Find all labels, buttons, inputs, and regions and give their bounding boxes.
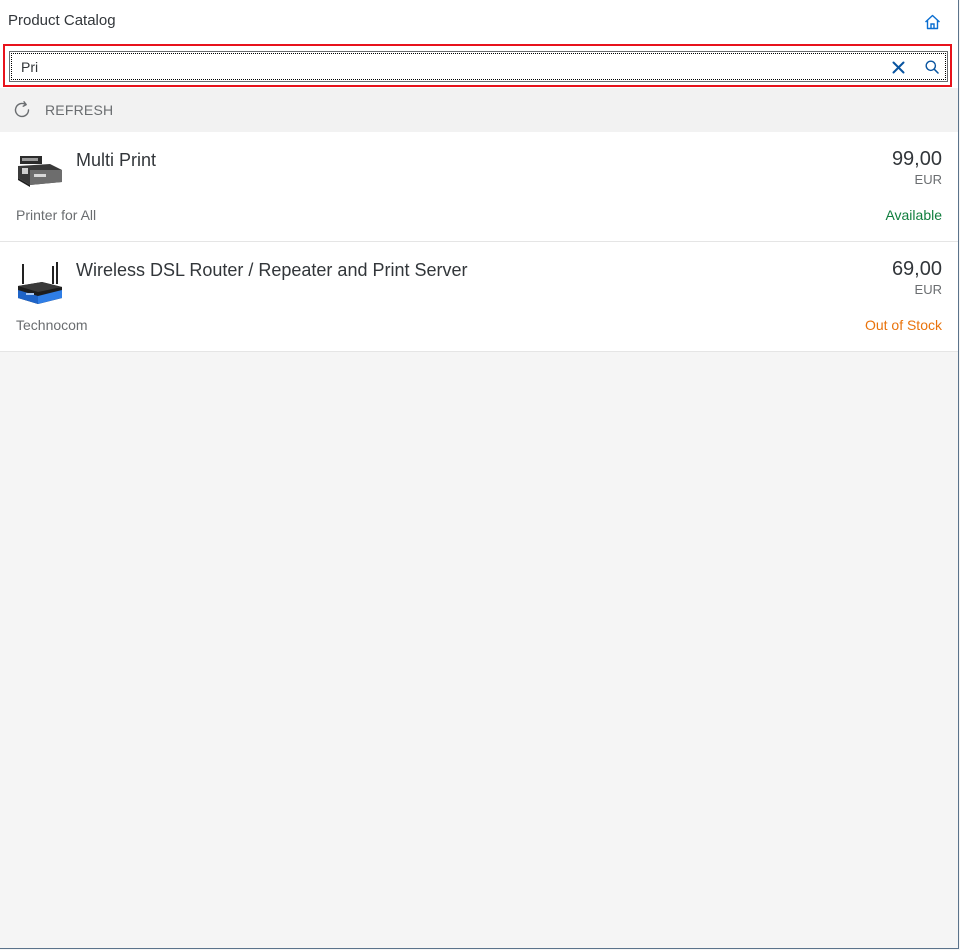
product-status: Available: [885, 207, 942, 223]
clear-icon: [892, 61, 904, 73]
router-image: [18, 262, 62, 304]
search-icon: [925, 60, 939, 74]
product-currency: EUR: [914, 172, 942, 187]
app-window: Product Catalog Pri REFRESH Multi Print …: [0, 0, 959, 949]
product-currency: EUR: [914, 282, 942, 297]
product-name: Multi Print: [76, 150, 157, 170]
list-item[interactable]: Wireless DSL Router / Repeater and Print…: [0, 242, 958, 352]
list-toolbar: REFRESH: [0, 88, 958, 132]
refresh-label: REFRESH: [45, 102, 114, 118]
product-name: Wireless DSL Router / Repeater and Print…: [76, 260, 468, 280]
clear-search-button[interactable]: [888, 57, 908, 77]
product-price: 99,00: [891, 148, 942, 170]
list-item[interactable]: Multi Print Printer for All 99,00 EUR Av…: [0, 132, 958, 242]
home-button[interactable]: [920, 11, 944, 33]
home-icon: [924, 14, 940, 30]
refresh-button[interactable]: REFRESH: [8, 94, 118, 126]
search-field[interactable]: [9, 51, 948, 82]
page-title: Product Catalog: [8, 12, 116, 29]
product-list: Multi Print Printer for All 99,00 EUR Av…: [0, 132, 958, 352]
printer-image: [18, 156, 62, 187]
search-input[interactable]: [21, 57, 881, 77]
product-status: Out of Stock: [864, 317, 942, 333]
page-header: Product Catalog: [0, 0, 958, 44]
search-button[interactable]: [922, 57, 942, 77]
refresh-icon: [10, 98, 34, 122]
product-supplier: Technocom: [16, 317, 88, 333]
product-supplier: Printer for All: [16, 207, 97, 223]
product-price: 69,00: [891, 258, 942, 280]
